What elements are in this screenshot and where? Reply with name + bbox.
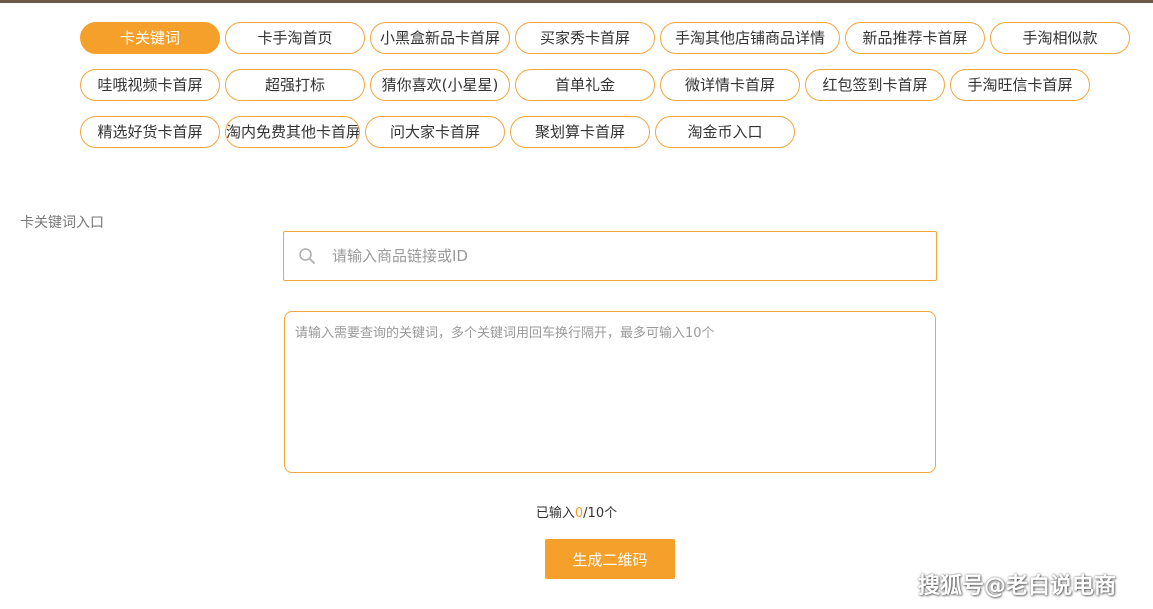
tab-ask-everyone[interactable]: 问大家卡首屏 — [365, 116, 505, 148]
tab-row-1: 卡关键词 卡手淘首页 小黑盒新品卡首屏 买家秀卡首屏 手淘其他店铺商品详情 新品… — [80, 22, 1140, 54]
watermark: 搜狐号@老白说电商 — [918, 574, 1117, 599]
keywords-textarea[interactable] — [284, 311, 936, 473]
section-label: 卡关键词入口 — [20, 215, 104, 231]
tab-selected-goods[interactable]: 精选好货卡首屏 — [80, 116, 220, 148]
product-link-input[interactable] — [332, 232, 922, 280]
tab-super-tag[interactable]: 超强打标 — [225, 69, 365, 101]
tab-first-order-gift[interactable]: 首单礼金 — [515, 69, 655, 101]
tab-wow-video[interactable]: 哇哦视频卡首屏 — [80, 69, 220, 101]
tab-black-box-new[interactable]: 小黑盒新品卡首屏 — [370, 22, 510, 54]
tab-micro-detail[interactable]: 微详情卡首屏 — [660, 69, 800, 101]
tab-other-store-detail[interactable]: 手淘其他店铺商品详情 — [660, 22, 840, 54]
search-box — [283, 231, 937, 281]
tab-similar-items[interactable]: 手淘相似款 — [990, 22, 1130, 54]
tab-red-packet-checkin[interactable]: 红包签到卡首屏 — [805, 69, 945, 101]
tab-shoutao-home[interactable]: 卡手淘首页 — [225, 22, 365, 54]
tab-guess-you-like[interactable]: 猜你喜欢(小星星) — [370, 69, 510, 101]
top-strip — [0, 0, 1153, 3]
tab-taojinbi[interactable]: 淘金币入口 — [655, 116, 795, 148]
tab-new-recommend[interactable]: 新品推荐卡首屏 — [845, 22, 985, 54]
tab-wangxin[interactable]: 手淘旺信卡首屏 — [950, 69, 1090, 101]
counter-prefix: 已输入 — [535, 506, 575, 521]
tab-bar: 卡关键词 卡手淘首页 小黑盒新品卡首屏 买家秀卡首屏 手淘其他店铺商品详情 新品… — [80, 22, 1140, 163]
counter-suffix: /10个 — [583, 506, 618, 521]
generate-qrcode-button[interactable]: 生成二维码 — [545, 539, 675, 579]
tab-row-3: 精选好货卡首屏 淘内免费其他卡首屏 问大家卡首屏 聚划算卡首屏 淘金币入口 — [80, 116, 1140, 148]
counter-current: 0 — [574, 506, 584, 521]
tab-free-other[interactable]: 淘内免费其他卡首屏 — [225, 116, 360, 148]
tab-juhuasuan[interactable]: 聚划算卡首屏 — [510, 116, 650, 148]
tab-row-2: 哇哦视频卡首屏 超强打标 猜你喜欢(小星星) 首单礼金 微详情卡首屏 红包签到卡… — [80, 69, 1140, 101]
keyword-counter: 已输入0/10个 — [0, 502, 1153, 521]
tab-buyer-show[interactable]: 买家秀卡首屏 — [515, 22, 655, 54]
tab-keyword[interactable]: 卡关键词 — [80, 22, 220, 54]
